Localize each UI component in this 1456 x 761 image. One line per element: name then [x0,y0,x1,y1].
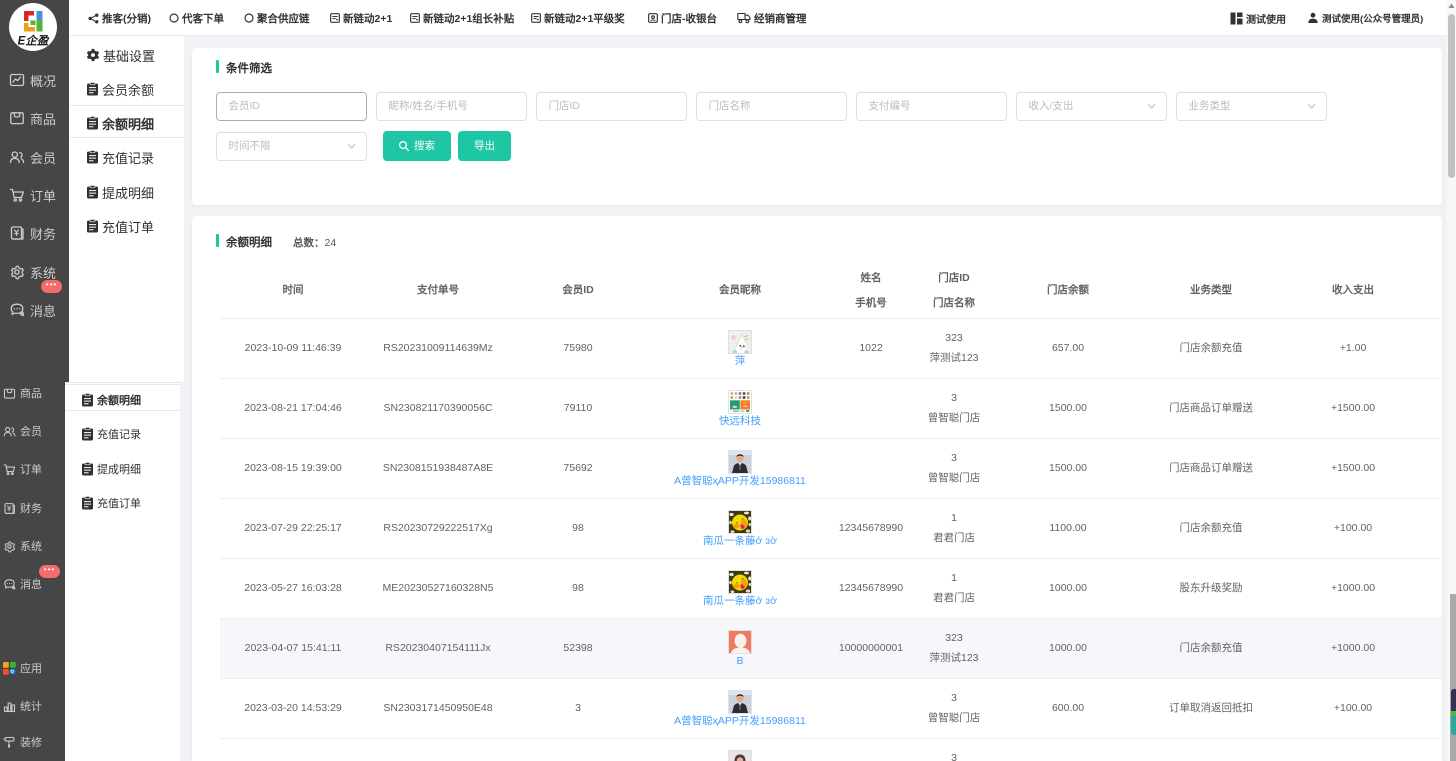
svg-text:E企盈: E企盈 [18,34,50,48]
